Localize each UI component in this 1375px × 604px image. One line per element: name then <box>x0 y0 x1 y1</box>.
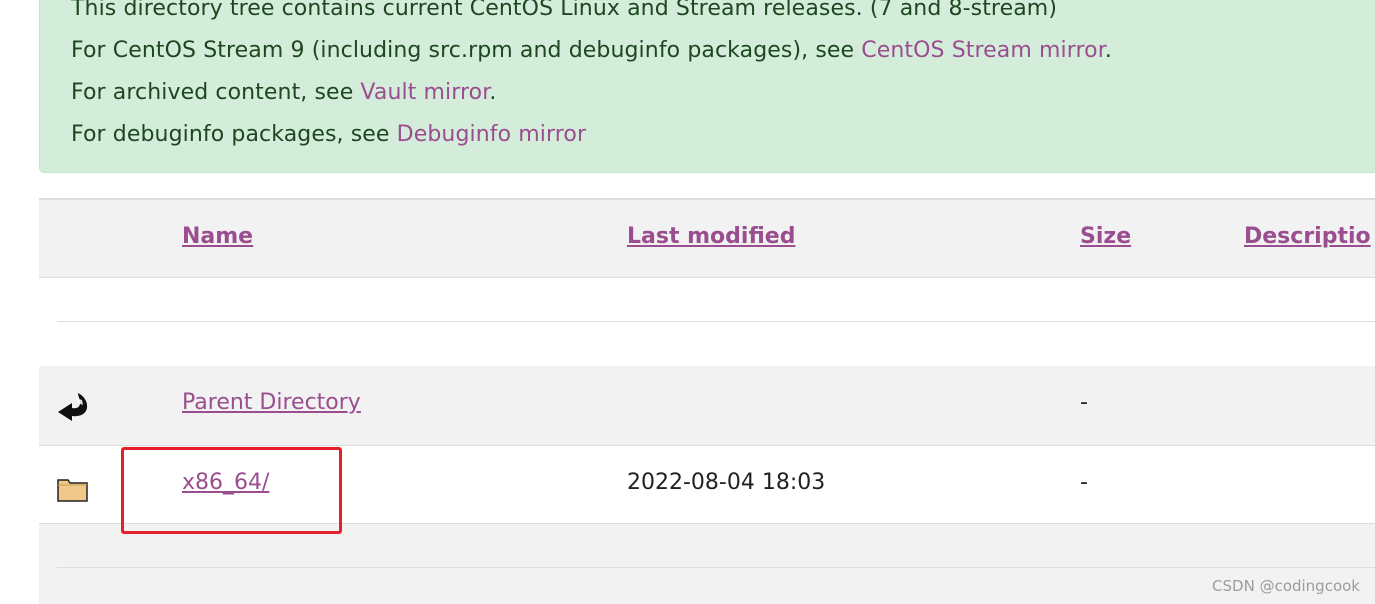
table-separator-row <box>39 524 1375 604</box>
directory-listing-page: This directory tree contains current Cen… <box>0 0 1375 604</box>
divider <box>57 567 1375 568</box>
sort-by-name-header[interactable]: Name <box>182 224 253 249</box>
alert-line-stream9: For CentOS Stream 9 (including src.rpm a… <box>71 36 1112 66</box>
alert-text: . <box>1104 38 1112 63</box>
vault-mirror-link[interactable]: Vault mirror <box>360 80 489 105</box>
last-modified-cell: 2022-08-04 18:03 <box>627 470 826 495</box>
alert-line-releases: This directory tree contains current Cen… <box>71 0 1057 24</box>
back-arrow-icon <box>58 393 88 421</box>
alert-line-archived: For archived content, see Vault mirror. <box>71 78 496 108</box>
alert-text: For debuginfo packages, see <box>71 122 397 147</box>
alert-text: This directory tree contains current Cen… <box>71 0 1058 21</box>
watermark: CSDN @codingcook <box>1212 577 1360 595</box>
sort-by-description-header[interactable]: Descriptio <box>1244 224 1371 249</box>
alert-text: . <box>489 80 497 105</box>
sort-by-size-header[interactable]: Size <box>1080 224 1131 249</box>
sort-by-last-modified-header[interactable]: Last modified <box>627 224 795 249</box>
alert-text: For CentOS Stream 9 (including src.rpm a… <box>71 38 862 63</box>
debuginfo-mirror-link[interactable]: Debuginfo mirror <box>397 122 586 147</box>
parent-directory-link[interactable]: Parent Directory <box>182 390 361 415</box>
size-cell: - <box>1080 470 1088 495</box>
size-cell: - <box>1080 390 1088 415</box>
table-separator-row <box>39 278 1375 322</box>
centos-stream-mirror-link[interactable]: CentOS Stream mirror <box>861 38 1105 63</box>
table-row: Parent Directory - <box>39 366 1375 446</box>
table-separator-row <box>39 322 1375 366</box>
alert-line-debuginfo: For debuginfo packages, see Debuginfo mi… <box>71 120 586 150</box>
table-header: Name Last modified Size Descriptio <box>39 198 1375 278</box>
folder-icon <box>57 479 88 502</box>
alert-text: For archived content, see <box>71 80 361 105</box>
annotation-highlight-box <box>121 447 342 534</box>
info-alert: This directory tree contains current Cen… <box>39 0 1375 173</box>
